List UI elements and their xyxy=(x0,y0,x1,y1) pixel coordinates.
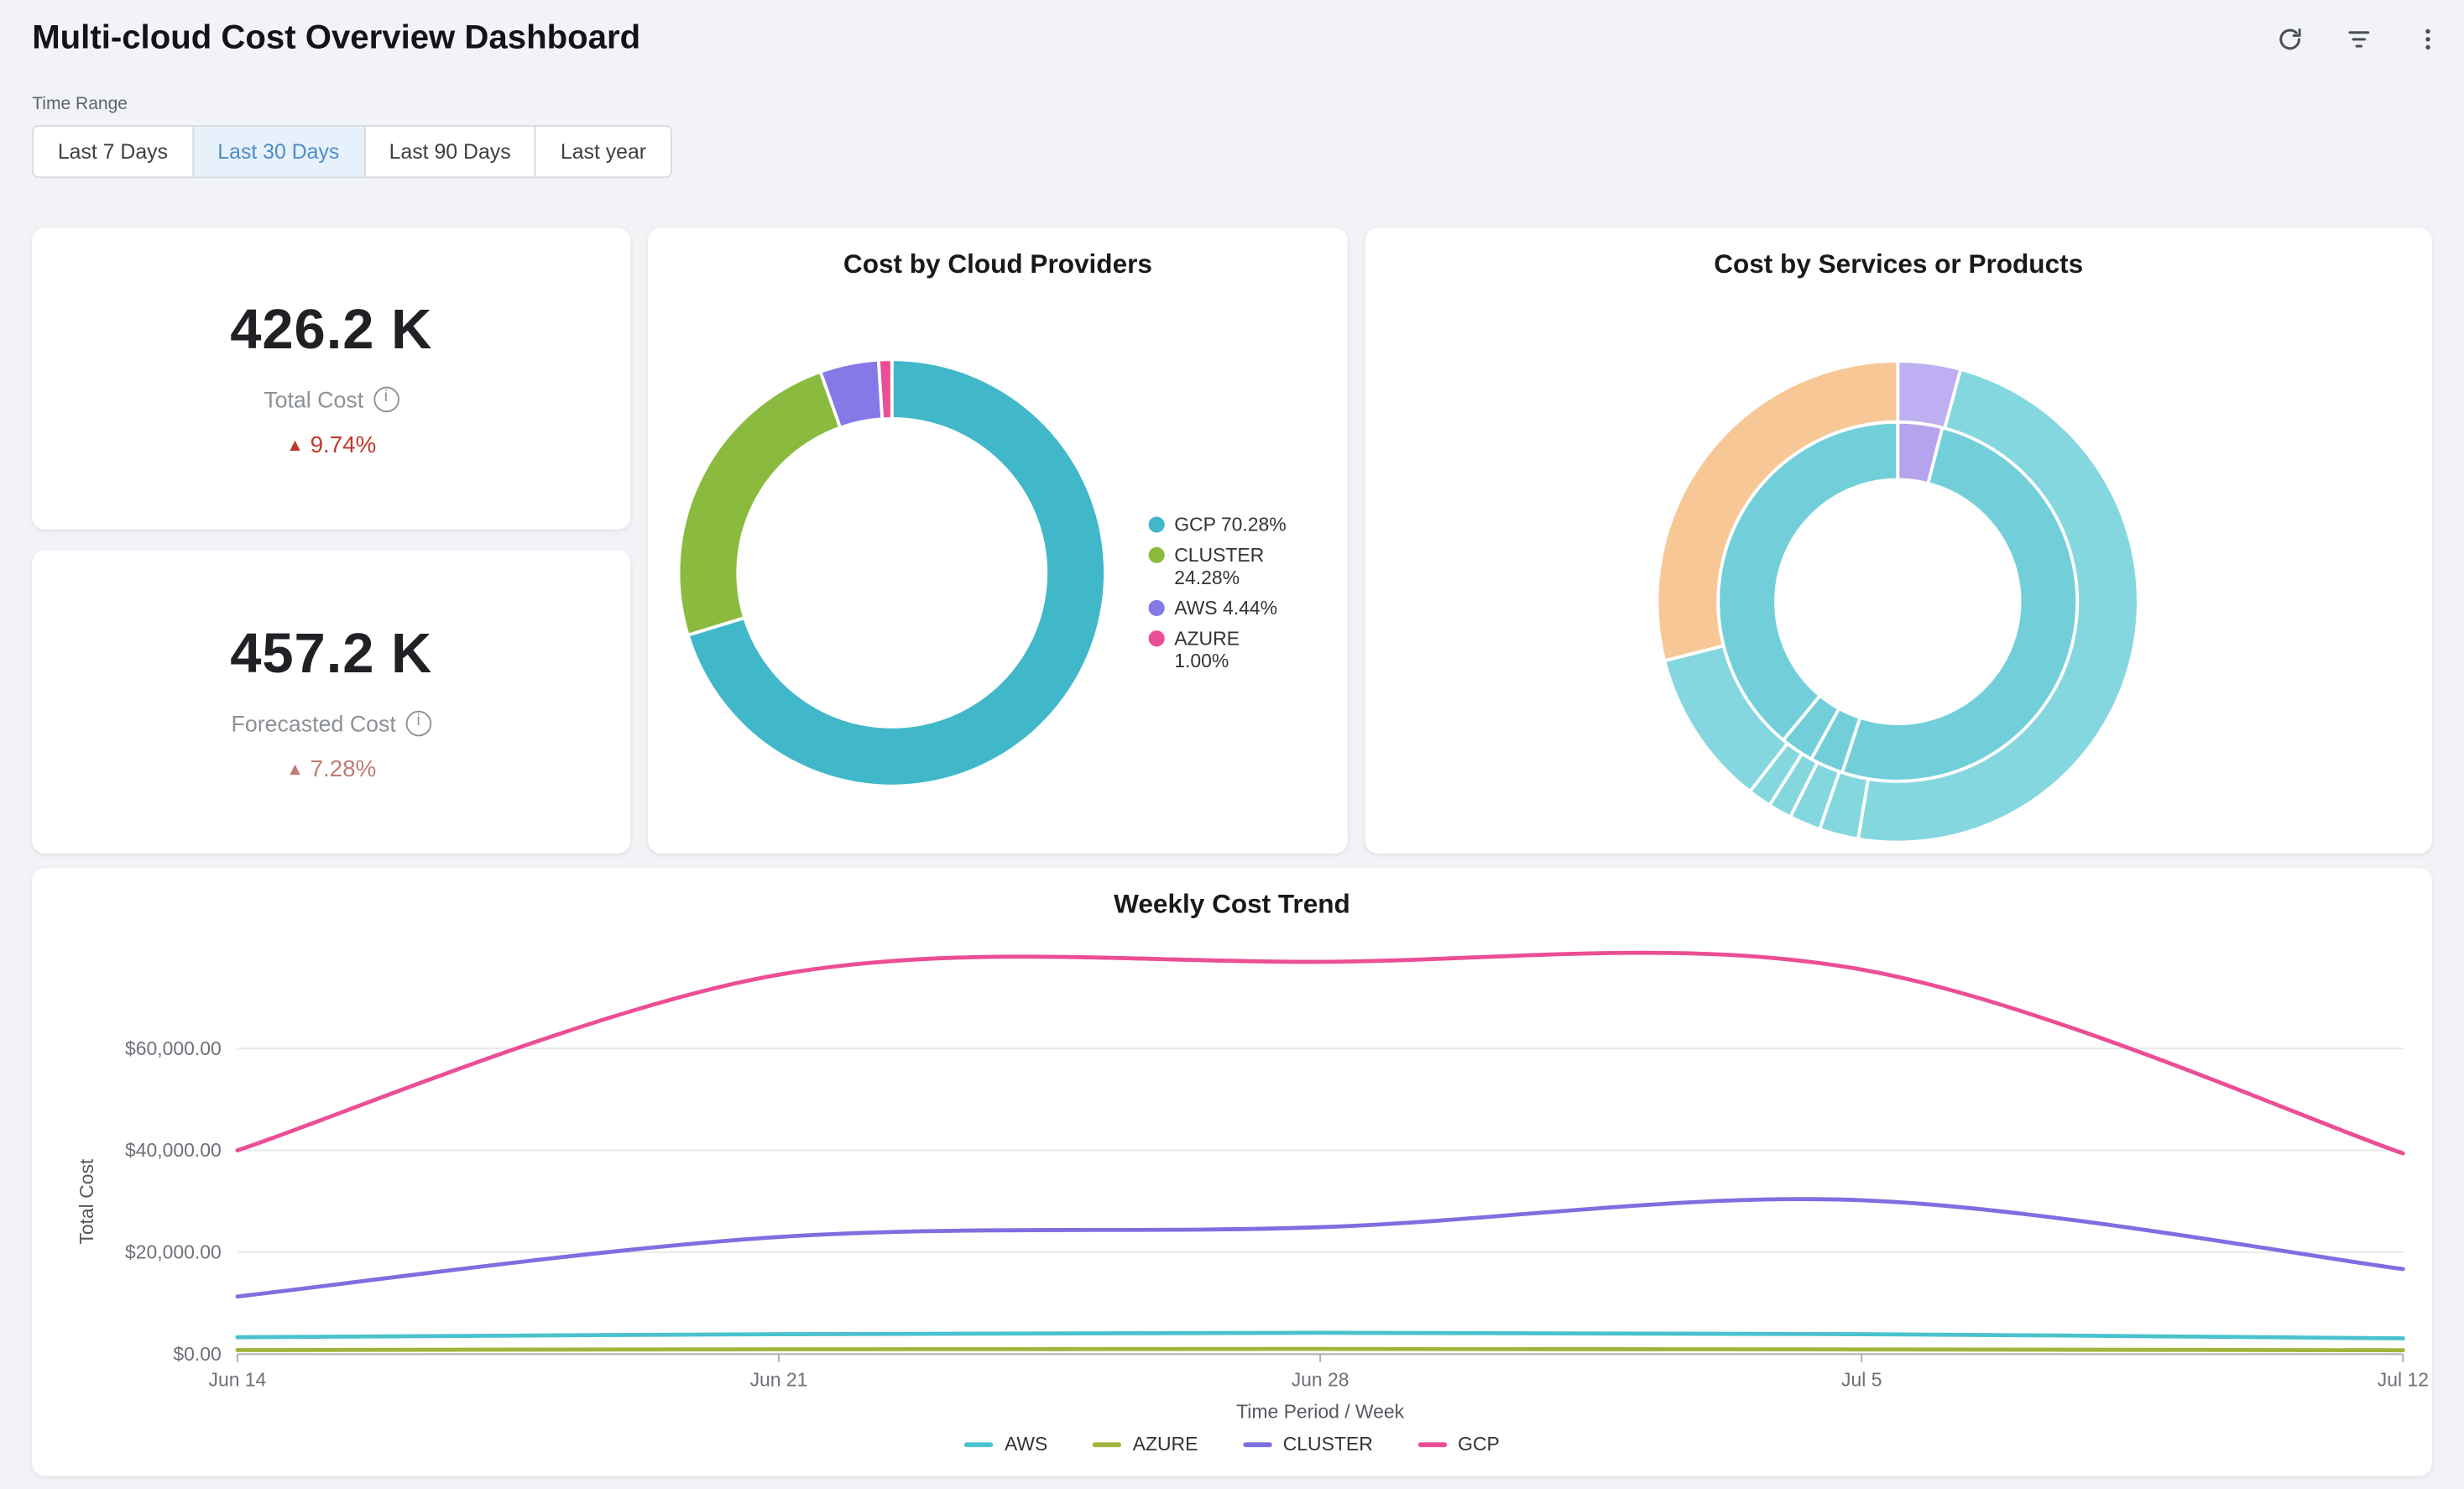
legend-dot-icon xyxy=(1149,630,1165,646)
info-icon[interactable]: i xyxy=(373,387,399,413)
x-tick-label: Jul 5 xyxy=(1841,1368,1882,1390)
time-range-button-last-7-days[interactable]: Last 7 Days xyxy=(34,127,192,176)
legend-item-azure[interactable]: AZURE xyxy=(1093,1433,1198,1455)
legend-line-icon xyxy=(1243,1441,1271,1446)
legend-dot-icon xyxy=(1149,516,1165,532)
header-toolbar xyxy=(2276,26,2441,53)
dashboard: Multi-cloud Cost Overview Dashboard Time… xyxy=(0,0,2464,1489)
x-axis-title: Time Period / Week xyxy=(1236,1401,1405,1423)
page-title: Multi-cloud Cost Overview Dashboard xyxy=(32,19,640,58)
forecasted-cost-value: 457.2 K xyxy=(230,622,432,686)
y-tick-label: $20,000.00 xyxy=(125,1241,222,1263)
y-tick-label: $40,000.00 xyxy=(125,1139,222,1161)
x-tick-label: Jun 28 xyxy=(1292,1368,1349,1390)
y-tick-label: $0.00 xyxy=(173,1343,221,1365)
kebab-menu-icon[interactable] xyxy=(2414,26,2441,53)
legend-label: AZURE xyxy=(1133,1433,1198,1455)
total-cost-card: 426.2 K Total Cost i ▲ 9.74% xyxy=(32,227,630,529)
trend-legend: AWS AZURE CLUSTER GCP xyxy=(32,1433,2432,1455)
trend-line-cluster[interactable] xyxy=(238,1199,2403,1297)
legend-dot-icon xyxy=(1149,547,1165,563)
legend-dot-icon xyxy=(1149,600,1165,616)
legend-label: AWS xyxy=(1005,1433,1047,1455)
legend-item-cluster[interactable]: CLUSTER xyxy=(1243,1433,1373,1455)
time-range-group: Last 7 DaysLast 30 DaysLast 90 DaysLast … xyxy=(32,125,671,178)
legend-item-cluster[interactable]: CLUSTER 24.28% xyxy=(1149,544,1297,589)
donut-segment-cluster[interactable] xyxy=(679,372,841,635)
weekly-cost-trend-card: Weekly Cost Trend $0.00$20,000.00$40,000… xyxy=(32,868,2432,1476)
triangle-up-icon: ▲ xyxy=(286,760,304,779)
legend-line-icon xyxy=(1417,1441,1446,1446)
y-axis-title: Total Cost xyxy=(76,1158,97,1245)
filter-icon[interactable] xyxy=(2346,26,2373,53)
kpi-label-text: Total Cost xyxy=(264,387,363,413)
legend-label: AWS 4.44% xyxy=(1174,597,1277,619)
legend-line-icon xyxy=(964,1441,993,1446)
legend-item-aws[interactable]: AWS xyxy=(964,1433,1047,1455)
donut-legend: GCP 70.28% CLUSTER 24.28% AWS 4.44% AZURE 1… xyxy=(1149,514,1297,681)
y-tick-label: $60,000.00 xyxy=(125,1037,222,1059)
legend-label: GCP 70.28% xyxy=(1174,514,1286,536)
legend-item-gcp[interactable]: GCP xyxy=(1417,1433,1500,1455)
forecasted-cost-label: Forecasted Cost i xyxy=(232,710,431,736)
legend-item-aws[interactable]: AWS 4.44% xyxy=(1149,597,1297,619)
cost-by-cloud-providers-card: Cost by Cloud Providers GCP 70.28%CLUSTE… xyxy=(648,227,1347,853)
trend-line-gcp[interactable] xyxy=(238,953,2403,1153)
refresh-icon[interactable] xyxy=(2276,26,2303,53)
total-cost-label: Total Cost i xyxy=(264,387,399,413)
total-cost-delta: ▲ 9.74% xyxy=(286,433,376,459)
legend-label: CLUSTER xyxy=(1283,1433,1373,1455)
weekly-cost-trend-chart[interactable]: $0.00 $20,000.00 $40,000.00 $60,000.00 Jun 1… xyxy=(32,868,2432,1476)
forecasted-cost-delta: ▲ 7.28% xyxy=(286,756,376,782)
kpi-delta-text: 7.28% xyxy=(311,756,377,782)
time-range-label: Time Range xyxy=(32,95,128,114)
legend-item-gcp[interactable]: GCP 70.28% xyxy=(1149,514,1297,536)
legend-item-azure[interactable]: AZURE 1.00% xyxy=(1149,627,1297,672)
time-range-button-last-year[interactable]: Last year xyxy=(535,127,670,176)
trend-line-azure[interactable] xyxy=(238,1349,2403,1351)
x-tick-label: Jun 14 xyxy=(208,1368,266,1390)
triangle-up-icon: ▲ xyxy=(286,436,304,456)
time-range-button-last-90-days[interactable]: Last 90 Days xyxy=(363,127,535,176)
donut-segment-azure[interactable] xyxy=(879,359,892,419)
cost-by-services-card: Cost by Services or Products xyxy=(1365,227,2432,853)
forecasted-cost-card: 457.2 K Forecasted Cost i ▲ 7.28% xyxy=(32,551,630,854)
kpi-label-text: Forecasted Cost xyxy=(232,710,396,736)
x-tick-label: Jun 21 xyxy=(750,1368,808,1390)
total-cost-value: 426.2 K xyxy=(230,299,432,363)
trend-line-aws[interactable] xyxy=(238,1333,2403,1339)
kpi-delta-text: 9.74% xyxy=(311,433,377,459)
services-sunburst-chart[interactable] xyxy=(1365,227,2432,853)
legend-label: AZURE 1.00% xyxy=(1174,627,1296,672)
legend-line-icon xyxy=(1093,1441,1121,1446)
legend-label: CLUSTER 24.28% xyxy=(1174,544,1296,589)
time-range-button-last-30-days[interactable]: Last 30 Days xyxy=(192,127,363,176)
info-icon[interactable]: i xyxy=(405,710,431,736)
x-tick-label: Jul 12 xyxy=(2378,1368,2429,1390)
legend-label: GCP xyxy=(1458,1433,1500,1455)
